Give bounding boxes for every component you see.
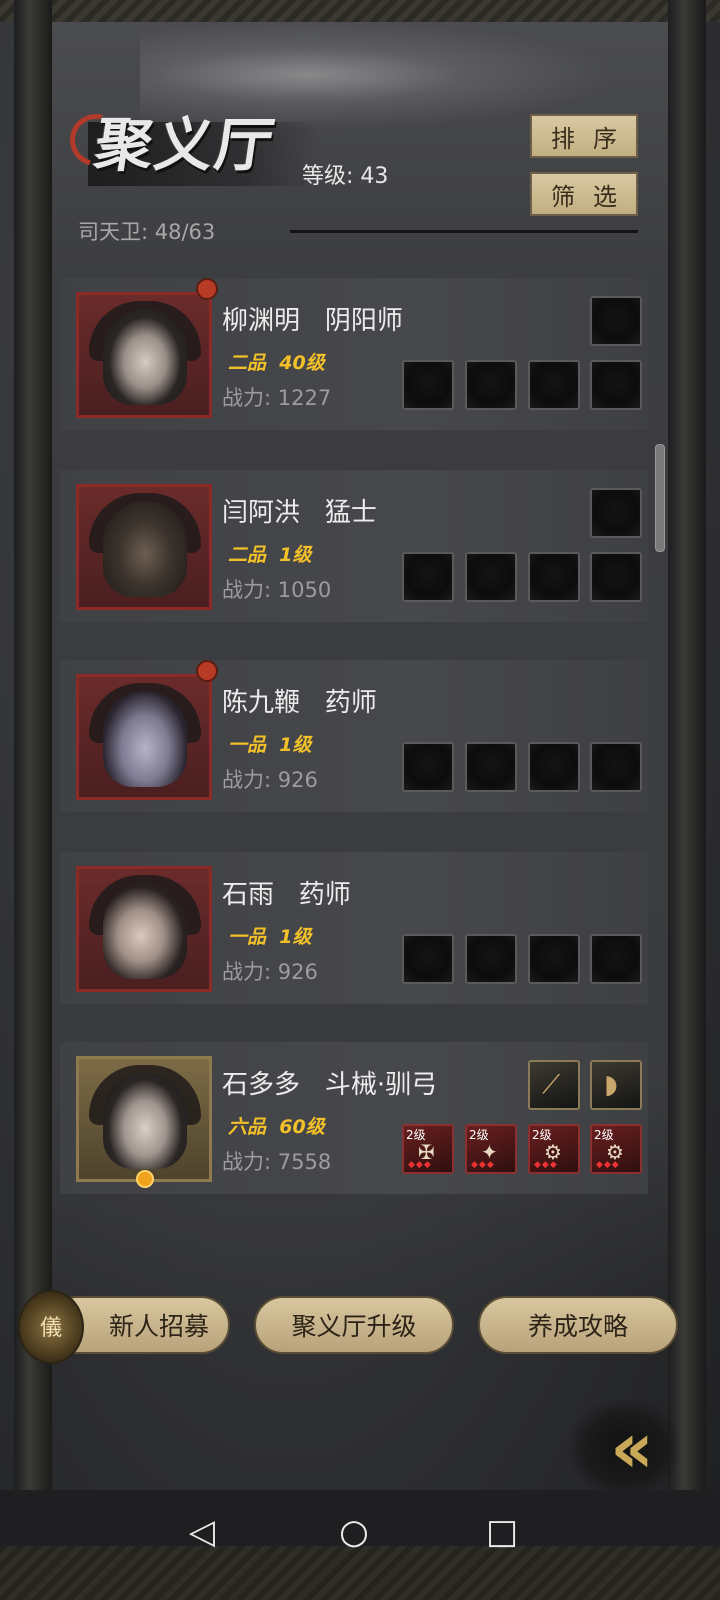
hero-power: 战力: 1227 (222, 386, 332, 410)
gear-pips: ◆◆◆ (471, 1160, 495, 1170)
gear-slot[interactable]: 2级 ✦ ◆◆◆ (465, 1124, 517, 1174)
guard-count: 司天卫: 48/63 (78, 220, 216, 244)
hero-portrait[interactable] (76, 484, 212, 610)
gear-pips: ◆◆◆ (596, 1160, 620, 1170)
hero-card-3[interactable]: 陈九鞭 药师 一品 1级 战力: 926 (60, 660, 648, 812)
hero-power: 战力: 926 (222, 768, 318, 792)
fan-slot[interactable]: ◗ (590, 1060, 642, 1110)
nav-back-icon[interactable]: ◁ (178, 1508, 226, 1556)
sort-button[interactable]: 排序 (530, 114, 638, 158)
hero-grade-level: 一品 1级 (228, 926, 312, 948)
equip-slot-empty[interactable] (528, 934, 580, 984)
staff-icon: ⟋ (542, 1070, 561, 1100)
equip-slot-empty[interactable] (465, 934, 517, 984)
page-title: 聚义厅 (90, 111, 281, 179)
hero-name-class: 石多多 斗械·驯弓 (222, 1070, 438, 1100)
recruit-banner-icon[interactable]: 儀 (18, 1290, 84, 1364)
hall-upgrade-button[interactable]: 聚义厅升级 (254, 1296, 454, 1354)
top-border (0, 0, 720, 22)
right-pillar (668, 0, 706, 1522)
double-chevron-left-icon[interactable]: ‹‹ (570, 1400, 680, 1496)
notification-dot (196, 278, 218, 300)
hero-portrait[interactable] (76, 1056, 212, 1182)
hero-name-class: 闫阿洪 猛士 (222, 498, 377, 528)
equip-slot-empty[interactable] (402, 360, 454, 410)
equip-slot-empty[interactable] (590, 488, 642, 538)
equip-slot-empty[interactable] (590, 552, 642, 602)
gear-slot[interactable]: 2级 ⚙ ◆◆◆ (590, 1124, 642, 1174)
gear-slot[interactable]: 2级 ✠ ◆◆◆ (402, 1124, 454, 1174)
hall-screen: 聚义厅 等级: 43 司天卫: 48/63 排序 筛选 柳渊明 阴阳师 二品 4… (0, 0, 720, 1522)
equip-slot-empty[interactable] (402, 742, 454, 792)
equip-slot-empty[interactable] (590, 934, 642, 984)
hero-portrait[interactable] (76, 292, 212, 418)
gear-pips: ◆◆◆ (408, 1160, 432, 1170)
hall-level: 等级: 43 (302, 164, 389, 189)
equip-slot-empty[interactable] (590, 296, 642, 346)
equip-slot-empty[interactable] (590, 742, 642, 792)
equip-slot-empty[interactable] (465, 742, 517, 792)
equip-slot-empty[interactable] (528, 360, 580, 410)
gear-slot[interactable]: 2级 ⚙ ◆◆◆ (528, 1124, 580, 1174)
hero-power: 战力: 926 (222, 960, 318, 984)
weapon-slot[interactable]: ⟋ (528, 1060, 580, 1110)
scrollbar[interactable] (655, 444, 665, 552)
fan-icon: ◗ (604, 1070, 618, 1100)
hero-name-class: 石雨 药师 (222, 880, 351, 910)
hero-card-4[interactable]: 石雨 药师 一品 1级 战力: 926 (60, 852, 648, 1004)
filter-button[interactable]: 筛选 (530, 172, 638, 216)
notification-dot (196, 660, 218, 682)
hero-portrait[interactable] (76, 674, 212, 800)
hero-card-5[interactable]: 石多多 斗械·驯弓 六品 60级 战力: 7558 ⟋ ◗ 2级 ✠ ◆◆◆ 2级 ✦… (60, 1042, 648, 1194)
hero-name-class: 柳渊明 阴阳师 (222, 306, 403, 336)
hero-card-2[interactable]: 闫阿洪 猛士 二品 1级 战力: 1050 (60, 470, 648, 622)
gear-pips: ◆◆◆ (534, 1160, 558, 1170)
hero-portrait[interactable] (76, 866, 212, 992)
hero-grade-level: 六品 60级 (228, 1116, 325, 1138)
hero-grade-level: 二品 1级 (228, 544, 312, 566)
equip-slot-empty[interactable] (402, 934, 454, 984)
nav-home-icon[interactable]: ○ (330, 1508, 378, 1556)
star-badge-icon (136, 1170, 154, 1188)
equip-slot-empty[interactable] (528, 742, 580, 792)
divider (290, 230, 638, 233)
hero-grade-level: 二品 40级 (228, 352, 325, 374)
equip-slot-empty[interactable] (465, 360, 517, 410)
guide-button[interactable]: 养成攻略 (478, 1296, 678, 1354)
equip-slot-empty[interactable] (402, 552, 454, 602)
hero-card-1[interactable]: 柳渊明 阴阳师 二品 40级 战力: 1227 (60, 278, 648, 430)
hero-grade-level: 一品 1级 (228, 734, 312, 756)
equip-slot-empty[interactable] (465, 552, 517, 602)
hero-power: 战力: 7558 (222, 1150, 332, 1174)
equip-slot-empty[interactable] (590, 360, 642, 410)
hero-name-class: 陈九鞭 药师 (222, 688, 377, 718)
hero-power: 战力: 1050 (222, 578, 332, 602)
equip-slot-empty[interactable] (528, 552, 580, 602)
nav-recent-icon[interactable]: □ (478, 1508, 526, 1556)
